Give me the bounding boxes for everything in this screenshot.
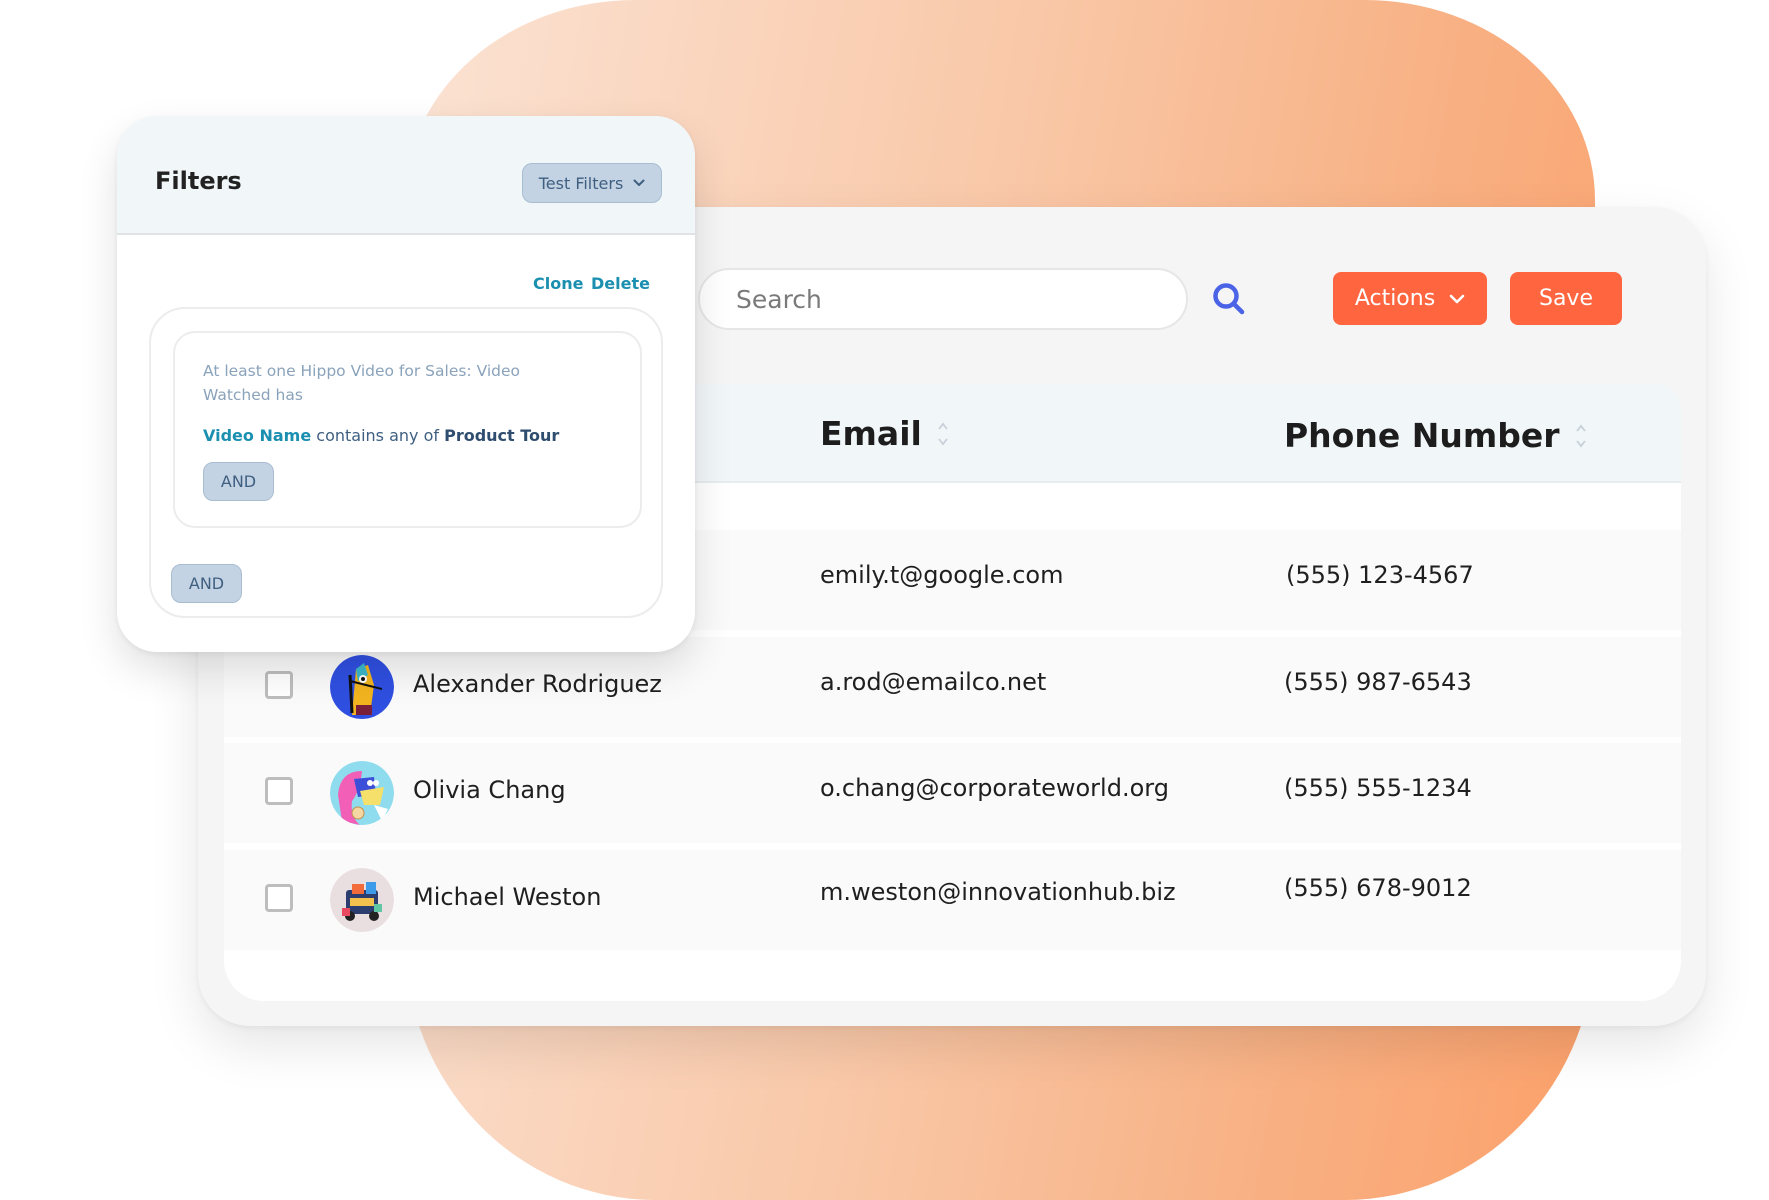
search-input[interactable] <box>698 268 1188 330</box>
avatar <box>330 655 394 719</box>
filter-group: At least one Hippo Video for Sales: Vide… <box>149 307 663 618</box>
avatar <box>330 868 394 932</box>
and-button-outer[interactable]: AND <box>171 564 242 603</box>
contact-email: a.rod@emailco.net <box>820 668 1047 696</box>
contact-name: Michael Weston <box>413 883 602 911</box>
row-checkbox[interactable] <box>265 777 293 805</box>
chevron-down-icon <box>633 179 645 186</box>
chevron-down-icon <box>1449 294 1465 303</box>
sort-icon[interactable] <box>1574 422 1588 450</box>
contact-name: Alexander Rodriguez <box>413 670 662 698</box>
actions-dropdown-button[interactable]: Actions <box>1333 272 1487 325</box>
condition-operator: contains any of <box>316 426 439 445</box>
actions-label: Actions <box>1354 286 1436 311</box>
save-label: Save <box>1538 286 1593 311</box>
filters-header: Filters Test Filters <box>117 116 695 235</box>
filters-panel: Filters Test Filters Clone Delete At lea… <box>117 116 695 652</box>
avatar <box>330 761 394 825</box>
condition-value: Product Tour <box>444 426 560 445</box>
contact-phone: (555) 678-9012 <box>1284 874 1472 902</box>
contact-phone: (555) 555-1234 <box>1284 774 1472 802</box>
filters-title: Filters <box>155 167 242 195</box>
condition-rule: Video Name contains any of Product Tour <box>203 426 559 445</box>
and-button-inner[interactable]: AND <box>203 462 274 501</box>
table-row[interactable]: Alexander Rodriguez a.rod@emailco.net (5… <box>224 637 1681 737</box>
contact-phone: (555) 987-6543 <box>1284 668 1472 696</box>
clone-link[interactable]: Clone <box>533 274 583 293</box>
column-header-email[interactable]: Email <box>820 414 950 453</box>
condition-field: Video Name <box>203 426 312 445</box>
test-filters-dropdown[interactable]: Test Filters <box>522 163 662 203</box>
test-filters-label: Test Filters <box>538 173 624 193</box>
contact-phone: (555) 123-4567 <box>1286 561 1474 589</box>
contact-email: emily.t@google.com <box>820 561 1064 589</box>
column-header-phone[interactable]: Phone Number <box>1284 416 1588 455</box>
sort-icon[interactable] <box>936 420 950 448</box>
search-icon[interactable] <box>1211 281 1247 317</box>
condition-description: At least one Hippo Video for Sales: Vide… <box>203 362 521 404</box>
contact-name: Olivia Chang <box>413 776 566 804</box>
row-checkbox[interactable] <box>265 884 293 912</box>
column-header-label: Email <box>820 414 922 453</box>
delete-link[interactable]: Delete <box>591 274 650 293</box>
contact-email: m.weston@innovationhub.biz <box>820 878 1176 906</box>
row-checkbox[interactable] <box>265 671 293 699</box>
contact-email: o.chang@corporateworld.org <box>820 774 1169 802</box>
column-header-label: Phone Number <box>1284 416 1560 455</box>
table-row[interactable]: Michael Weston m.weston@innovationhub.bi… <box>224 850 1681 950</box>
save-button[interactable]: Save <box>1510 272 1622 325</box>
filter-condition[interactable]: At least one Hippo Video for Sales: Vide… <box>173 331 642 528</box>
table-row[interactable]: Olivia Chang o.chang@corporateworld.org … <box>224 743 1681 843</box>
